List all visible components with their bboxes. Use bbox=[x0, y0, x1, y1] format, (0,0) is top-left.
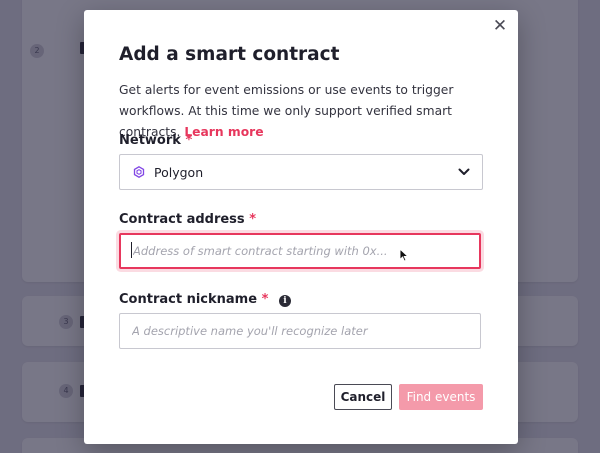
network-selected-value: Polygon bbox=[154, 165, 204, 180]
required-asterisk: * bbox=[249, 212, 257, 227]
info-icon[interactable]: i bbox=[278, 295, 291, 307]
close-icon[interactable]: ✕ bbox=[492, 18, 508, 35]
contract-nickname-label: Contract nickname * i bbox=[119, 292, 291, 307]
text-caret bbox=[131, 242, 132, 258]
description-text: Get alerts for event emissions or use ev… bbox=[119, 83, 454, 139]
modal-title: Add a smart contract bbox=[119, 44, 340, 65]
network-select[interactable]: Polygon bbox=[119, 154, 483, 190]
contract-nickname-label-text: Contract nickname bbox=[119, 292, 258, 307]
learn-more-link[interactable]: Learn more bbox=[184, 125, 263, 139]
contract-address-label: Contract address * bbox=[119, 212, 256, 227]
cancel-button[interactable]: Cancel bbox=[334, 384, 392, 410]
contract-address-input[interactable] bbox=[119, 233, 481, 269]
required-asterisk: * bbox=[185, 133, 193, 148]
contract-nickname-input[interactable] bbox=[119, 313, 481, 349]
chevron-down-icon bbox=[458, 168, 470, 175]
find-events-button[interactable]: Find events bbox=[399, 384, 483, 410]
contract-address-label-text: Contract address bbox=[119, 212, 245, 227]
add-smart-contract-modal: ✕ Add a smart contract Get alerts for ev… bbox=[84, 10, 518, 444]
network-label: Network * bbox=[119, 133, 192, 148]
required-asterisk: * bbox=[261, 292, 269, 307]
polygon-logo-icon bbox=[133, 166, 145, 178]
network-label-text: Network bbox=[119, 133, 181, 148]
